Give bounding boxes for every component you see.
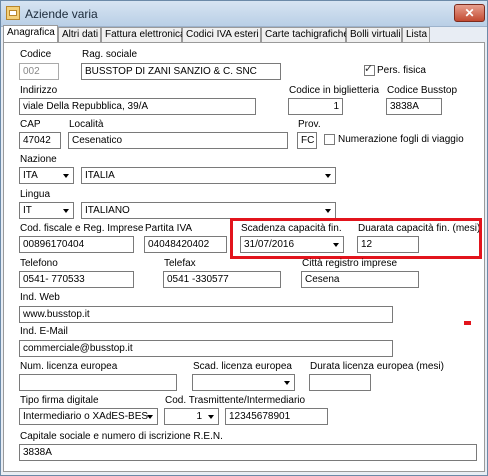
scad-licenza-select[interactable] <box>192 374 295 391</box>
chevron-down-icon[interactable] <box>321 204 334 217</box>
nazione-code-value: ITA <box>23 170 38 181</box>
citta-registro-label: Città registro imprese <box>302 258 398 269</box>
codice-busstop-label: Codice Busstop <box>387 85 458 96</box>
lingua-label: Lingua <box>20 189 51 200</box>
nazione-name-select[interactable]: ITALIA <box>81 167 336 184</box>
close-button[interactable]: ✕ <box>454 4 485 22</box>
chevron-down-icon[interactable] <box>204 410 217 423</box>
durata-licenza-field[interactable] <box>309 374 371 391</box>
capitale-label: Capitale sociale e numero di iscrizione … <box>20 431 223 442</box>
pers-fisica-checkbox[interactable]: ✓ <box>364 63 375 76</box>
codice-biglietteria-label: Codice in biglietteria <box>289 85 380 96</box>
folder-icon <box>6 6 20 20</box>
lingua-code-value: IT <box>23 205 32 216</box>
codice-field[interactable]: 002 <box>19 63 59 80</box>
lingua-name-value: ITALIANO <box>85 205 130 216</box>
tab-codici-iva-esteri[interactable]: Codici IVA esteri <box>182 27 261 42</box>
indirizzo-label: Indirizzo <box>20 85 58 96</box>
email-label: Ind. E-Mail <box>20 326 68 337</box>
dialog-window: Aziende varia ✕ Anagrafica Altri dati Fa… <box>0 0 488 476</box>
prov-field[interactable]: FC <box>297 132 317 149</box>
scad-licenza-label: Scad. licenza europea <box>193 361 292 372</box>
tipo-firma-value: Intermediario o XAdES-BES <box>23 411 149 422</box>
email-field[interactable]: commerciale@busstop.it <box>19 340 393 357</box>
tab-anagrafica[interactable]: Anagrafica <box>3 25 58 42</box>
tab-altri-dati[interactable]: Altri dati <box>58 27 101 42</box>
partita-iva-field[interactable]: 04048420402 <box>144 236 227 253</box>
cap-field[interactable]: 47042 <box>19 132 61 149</box>
durata-licenza-label: Durata licenza europea (mesi) <box>310 361 444 372</box>
cod-trasmittente-spinner[interactable]: 1 <box>164 408 219 425</box>
localita-label: Località <box>69 119 104 130</box>
cod-fiscale-field[interactable]: 00896170404 <box>19 236 134 253</box>
partita-iva-label: Partita IVA <box>145 223 193 234</box>
title-bar: Aziende varia ✕ <box>1 1 487 27</box>
rag-sociale-field[interactable]: BUSSTOP DI ZANI SANZIO & C. SNC <box>81 63 281 80</box>
localita-field[interactable]: Cesenatico <box>68 132 288 149</box>
capitale-field[interactable]: 3838A <box>19 444 477 461</box>
highlight-box <box>230 218 482 259</box>
red-marker <box>464 321 471 325</box>
citta-registro-field[interactable]: Cesena <box>301 271 419 288</box>
lingua-code-select[interactable]: IT <box>19 202 74 219</box>
telefax-label: Telefax <box>164 258 196 269</box>
codice-label: Codice <box>20 49 52 60</box>
num-licenza-label: Num. licenza europea <box>20 361 118 372</box>
rag-sociale-label: Rag. sociale <box>82 49 138 60</box>
lingua-name-select[interactable]: ITALIANO <box>81 202 336 219</box>
nazione-name-value: ITALIA <box>85 170 115 181</box>
cod-fiscale-label: Cod. fiscale e Reg. Imprese <box>20 223 144 234</box>
chevron-down-icon[interactable] <box>59 204 72 217</box>
cod-trasmittente-label: Cod. Trasmittente/Intermediario <box>165 395 306 406</box>
checkmark-icon: ✓ <box>364 63 374 75</box>
chevron-down-icon[interactable] <box>59 169 72 182</box>
web-label: Ind. Web <box>20 292 60 303</box>
pers-fisica-label: Pers. fisica <box>377 65 426 76</box>
nazione-label: Nazione <box>20 154 57 165</box>
numerazione-label: Numerazione fogli di viaggio <box>338 134 464 145</box>
nazione-code-select[interactable]: ITA <box>19 167 74 184</box>
codice-biglietteria-field[interactable]: 1 <box>288 98 343 115</box>
tipo-firma-label: Tipo firma digitale <box>20 395 99 406</box>
prov-label: Prov. <box>298 119 321 130</box>
telefono-label: Telefono <box>20 258 58 269</box>
codice-busstop-field[interactable]: 3838A <box>386 98 442 115</box>
indirizzo-field[interactable]: viale Della Repubblica, 39/A <box>19 98 256 115</box>
tab-fattura-elettronica[interactable]: Fattura elettronica <box>101 27 186 42</box>
cod-trasmittente-field[interactable]: 12345678901 <box>225 408 328 425</box>
num-licenza-field[interactable] <box>19 374 177 391</box>
cap-label: CAP <box>20 119 41 130</box>
tab-bolli-virtuali[interactable]: Bolli virtuali <box>346 27 402 42</box>
telefax-field[interactable]: 0541 -330577 <box>163 271 281 288</box>
telefono-field[interactable]: 0541- 770533 <box>19 271 134 288</box>
cod-trasmittente-spin-value: 1 <box>196 411 202 422</box>
window-title: Aziende varia <box>25 7 98 21</box>
tab-lista[interactable]: Lista <box>402 27 430 42</box>
chevron-down-icon[interactable] <box>280 376 293 389</box>
numerazione-checkbox[interactable] <box>324 134 335 145</box>
chevron-down-icon[interactable] <box>143 410 156 423</box>
tab-carte-tachigrafiche[interactable]: Carte tachigrafiche <box>261 27 349 42</box>
tipo-firma-select[interactable]: Intermediario o XAdES-BES <box>19 408 158 425</box>
web-field[interactable]: www.busstop.it <box>19 306 393 323</box>
chevron-down-icon[interactable] <box>321 169 334 182</box>
